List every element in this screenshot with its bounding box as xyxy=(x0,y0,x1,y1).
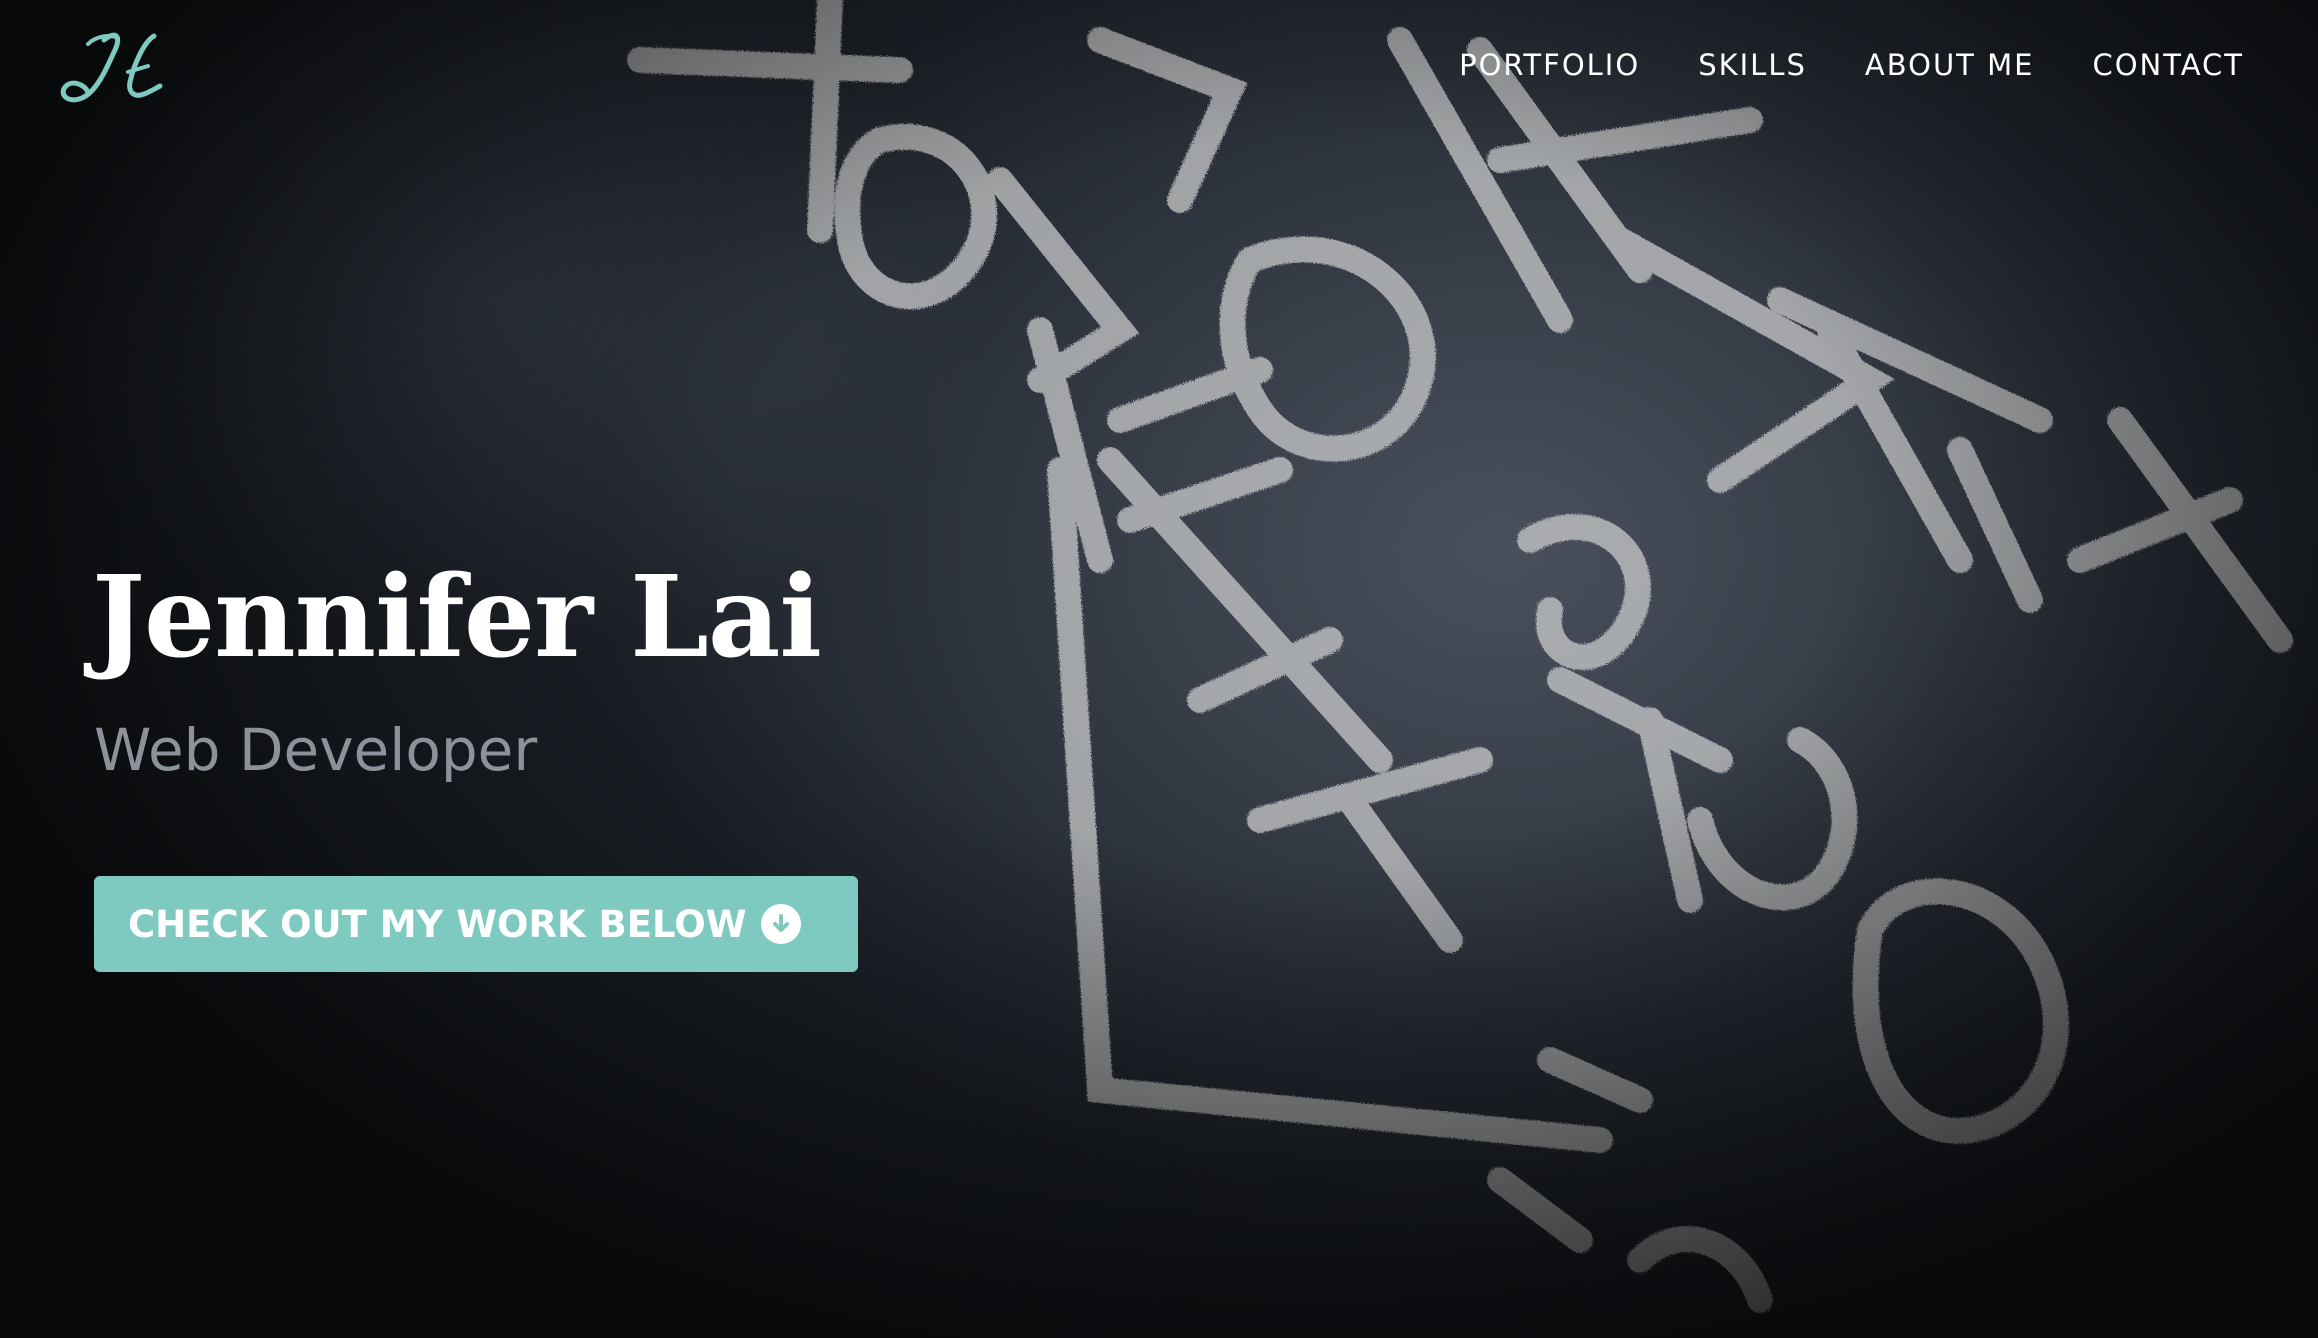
hero-section: PORTFOLIO SKILLS ABOUT ME CONTACT Jennif… xyxy=(0,0,2318,1338)
jl-logo-icon[interactable] xyxy=(44,22,164,112)
hero-name: Jennifer Lai xyxy=(92,552,822,683)
nav-item-skills[interactable]: SKILLS xyxy=(1698,44,1807,86)
cta-label: CHECK OUT MY WORK BELOW xyxy=(128,902,747,946)
nav-item-contact[interactable]: CONTACT xyxy=(2092,44,2244,86)
main-nav: PORTFOLIO SKILLS ABOUT ME CONTACT xyxy=(1459,44,2244,86)
nav-item-about-me[interactable]: ABOUT ME xyxy=(1865,44,2035,86)
hero-title: Web Developer xyxy=(94,716,538,784)
nav-item-portfolio[interactable]: PORTFOLIO xyxy=(1459,44,1640,86)
arrow-circle-down-icon xyxy=(760,904,801,944)
check-out-work-button[interactable]: CHECK OUT MY WORK BELOW xyxy=(94,876,858,972)
